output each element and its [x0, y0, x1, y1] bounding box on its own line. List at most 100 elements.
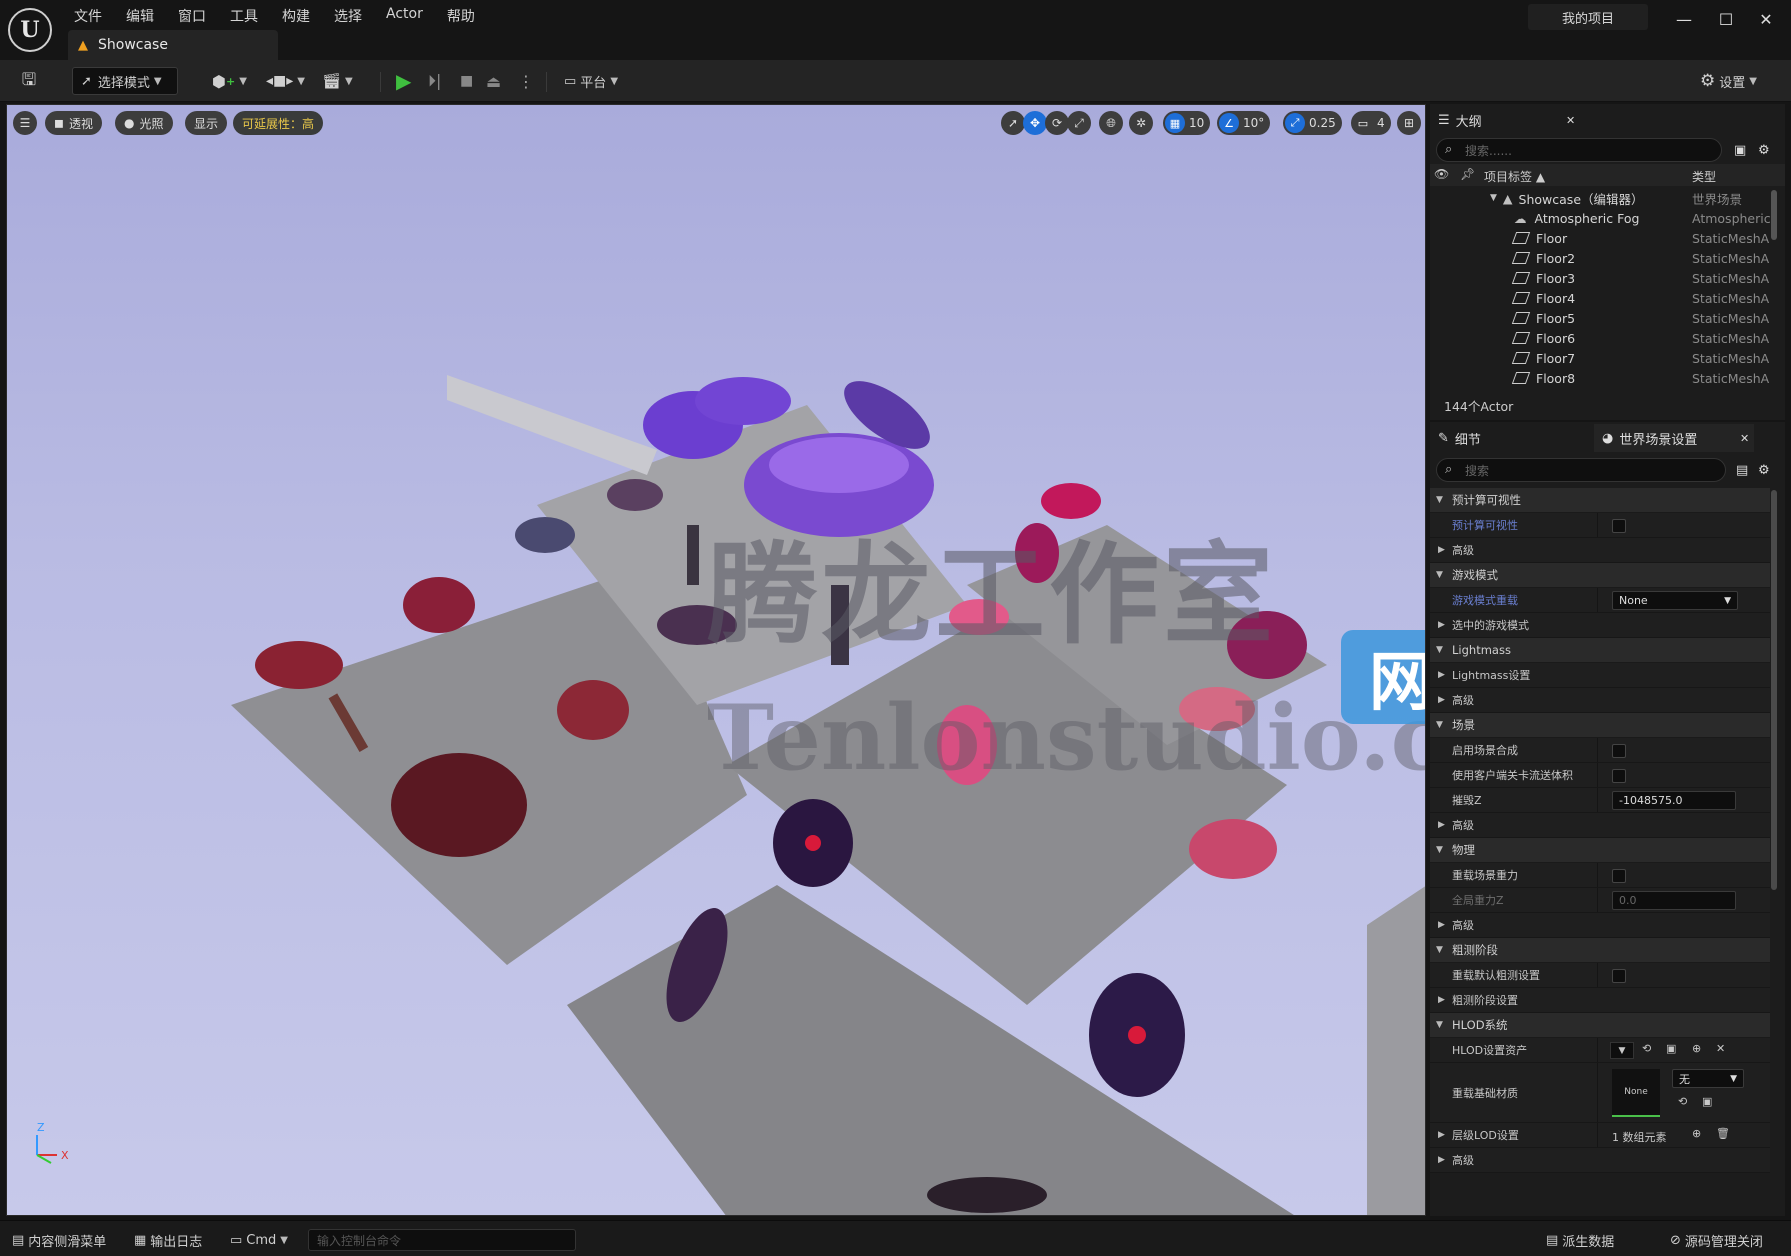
- menu-build[interactable]: 构建: [270, 4, 322, 26]
- save-icon[interactable]: 🖫: [16, 67, 42, 95]
- trash-icon[interactable]: 🗑︎: [1716, 1127, 1730, 1140]
- console-command-input[interactable]: 输入控制台命令: [308, 1229, 576, 1251]
- use-selected-icon[interactable]: ⟲: [1642, 1042, 1651, 1055]
- material-thumbnail[interactable]: None: [1612, 1069, 1660, 1117]
- prop-hierarchical-lod[interactable]: ▶ 层级LOD设置 1 数组元素 ⊕ 🗑︎: [1430, 1123, 1770, 1148]
- prop-advanced[interactable]: ▶ 高级: [1430, 538, 1770, 563]
- unreal-logo-icon[interactable]: U: [8, 8, 52, 52]
- select-mode-dropdown[interactable]: ➚ 选择模式 ▼: [72, 67, 178, 95]
- cinematics-button[interactable]: 🎬︎ ▼: [322, 67, 362, 95]
- details-search-input[interactable]: ⌕ 搜索: [1436, 458, 1726, 482]
- column-type[interactable]: 类型: [1692, 168, 1716, 185]
- kill-z-input[interactable]: -1048575.0: [1612, 791, 1736, 810]
- rotation-snap-button[interactable]: ∠ 10°: [1217, 111, 1271, 135]
- checkbox[interactable]: [1612, 744, 1626, 758]
- more-options-icon[interactable]: ⋮: [518, 67, 534, 95]
- project-name[interactable]: 我的项目: [1528, 4, 1648, 30]
- play-icon[interactable]: ▶: [396, 67, 416, 95]
- prop-lightmass-settings[interactable]: ▶ Lightmass设置: [1430, 663, 1770, 688]
- outliner-row[interactable]: Floor6 StaticMeshA: [1430, 328, 1778, 348]
- outliner-row[interactable]: Floor3 StaticMeshA: [1430, 268, 1778, 288]
- prop-advanced[interactable]: ▶ 高级: [1430, 813, 1770, 838]
- outliner-row[interactable]: Floor8 StaticMeshA: [1430, 368, 1778, 388]
- perspective-button[interactable]: ◼ 透视: [45, 111, 102, 135]
- menu-help[interactable]: 帮助: [435, 4, 487, 26]
- add-folder-icon[interactable]: ▣: [1734, 136, 1746, 164]
- minimize-icon[interactable]: —: [1664, 6, 1704, 32]
- close-icon[interactable]: ✕: [1740, 432, 1749, 445]
- prop-selected-game-mode[interactable]: ▶ 选中的游戏模式: [1430, 613, 1770, 638]
- scale-tool-icon[interactable]: ⤢: [1067, 111, 1091, 135]
- details-scrollbar[interactable]: [1771, 490, 1777, 890]
- step-icon[interactable]: ⏵︎|: [428, 67, 448, 95]
- column-label[interactable]: 项目标签 ▲: [1484, 168, 1545, 185]
- table-view-icon[interactable]: ▤: [1736, 456, 1748, 484]
- close-icon[interactable]: ✕: [1746, 6, 1786, 32]
- prop-advanced[interactable]: ▶ 高级: [1430, 688, 1770, 713]
- camera-speed-button[interactable]: ▭ 4: [1351, 111, 1391, 135]
- use-selected-icon[interactable]: ⟲: [1678, 1095, 1687, 1108]
- global-gravity-input[interactable]: 0.0: [1612, 891, 1736, 910]
- section-broadphase[interactable]: ▼ 粗测阶段: [1430, 938, 1770, 963]
- select-tool-icon[interactable]: ➚: [1001, 111, 1025, 135]
- menu-edit[interactable]: 编辑: [114, 4, 166, 26]
- checkbox[interactable]: [1612, 869, 1626, 883]
- viewport-menu-icon[interactable]: ☰: [13, 111, 37, 135]
- section-hlod[interactable]: ▼ HLOD系统: [1430, 1013, 1770, 1038]
- outliner-root-row[interactable]: ▼ ▲ Showcase（编辑器） 世界场景: [1430, 188, 1778, 208]
- prop-advanced[interactable]: ▶ 高级: [1430, 913, 1770, 938]
- section-game-mode[interactable]: ▼ 游戏模式: [1430, 563, 1770, 588]
- maximize-icon[interactable]: ☐: [1706, 6, 1746, 32]
- outliner-search-input[interactable]: ⌕ 搜索......: [1436, 138, 1722, 162]
- show-button[interactable]: 显示: [185, 111, 228, 135]
- menu-select[interactable]: 选择: [322, 4, 374, 26]
- material-dropdown[interactable]: 无 ▼: [1672, 1069, 1744, 1088]
- derived-data-button[interactable]: ▤ 派生数据: [1546, 1229, 1614, 1251]
- add-icon[interactable]: ⊕: [1692, 1127, 1701, 1140]
- section-precomputed-visibility[interactable]: ▼ 预计算可视性: [1430, 488, 1770, 513]
- platforms-dropdown[interactable]: ▭ 平台 ▼: [564, 67, 634, 95]
- game-mode-dropdown[interactable]: None ▼: [1612, 591, 1738, 610]
- content-drawer-button[interactable]: ▤ 内容侧滑菜单: [12, 1229, 106, 1251]
- details-tab[interactable]: ✎ 细节: [1438, 424, 1481, 452]
- scalability-button[interactable]: 可延展性：高: [233, 111, 324, 135]
- world-settings-tab[interactable]: ◕ 世界场景设置 ✕: [1594, 424, 1754, 452]
- menu-window[interactable]: 窗口: [166, 4, 218, 26]
- menu-actor[interactable]: Actor: [374, 4, 435, 26]
- checkbox[interactable]: [1612, 519, 1626, 533]
- gear-icon[interactable]: ⚙: [1758, 136, 1770, 164]
- prop-advanced[interactable]: ▶ 高级: [1430, 1148, 1770, 1173]
- layout-icon[interactable]: ⊞: [1397, 111, 1421, 135]
- clear-icon[interactable]: ✕: [1716, 1042, 1725, 1055]
- pin-icon[interactable]: 📌︎: [1460, 167, 1475, 181]
- menu-file[interactable]: 文件: [62, 4, 114, 26]
- browse-icon[interactable]: ▣: [1702, 1095, 1712, 1108]
- outliner-row[interactable]: Floor7 StaticMeshA: [1430, 348, 1778, 368]
- translate-tool-icon[interactable]: ✥: [1023, 111, 1047, 135]
- eject-icon[interactable]: ⏏: [486, 67, 504, 95]
- prop-broadphase-settings[interactable]: ▶ 粗测阶段设置: [1430, 988, 1770, 1013]
- outliner-row[interactable]: Floor StaticMeshA: [1430, 228, 1778, 248]
- gear-icon[interactable]: ⚙: [1758, 456, 1770, 484]
- stop-icon[interactable]: ■: [460, 67, 476, 95]
- menu-tools[interactable]: 工具: [218, 4, 270, 26]
- chevron-down-icon[interactable]: ▼: [1610, 1042, 1634, 1059]
- rotate-tool-icon[interactable]: ⟳: [1045, 111, 1069, 135]
- source-control-button[interactable]: ⊘ 源码管理关闭: [1670, 1229, 1763, 1251]
- outliner-row[interactable]: Floor2 StaticMeshA: [1430, 248, 1778, 268]
- cmd-dropdown[interactable]: ▭ Cmd ▼: [230, 1229, 288, 1251]
- surface-snap-icon[interactable]: ✲: [1129, 111, 1153, 135]
- checkbox[interactable]: [1612, 769, 1626, 783]
- outliner-row[interactable]: Floor5 StaticMeshA: [1430, 308, 1778, 328]
- settings-dropdown[interactable]: ⚙ 设置 ▼: [1700, 67, 1772, 95]
- lit-button[interactable]: ● 光照: [115, 111, 173, 135]
- checkbox[interactable]: [1612, 969, 1626, 983]
- add-actor-button[interactable]: ⬢ + ▼: [212, 67, 248, 95]
- scale-snap-button[interactable]: ⤢ 0.25: [1283, 111, 1342, 135]
- outliner-tab[interactable]: ☰ 大纲: [1438, 106, 1482, 134]
- browse-icon[interactable]: ▣: [1666, 1042, 1676, 1055]
- outliner-scrollbar[interactable]: [1771, 190, 1777, 240]
- section-physics[interactable]: ▼ 物理: [1430, 838, 1770, 863]
- blueprint-button[interactable]: ◂■▸ ▼: [266, 67, 306, 95]
- section-world[interactable]: ▼ 场景: [1430, 713, 1770, 738]
